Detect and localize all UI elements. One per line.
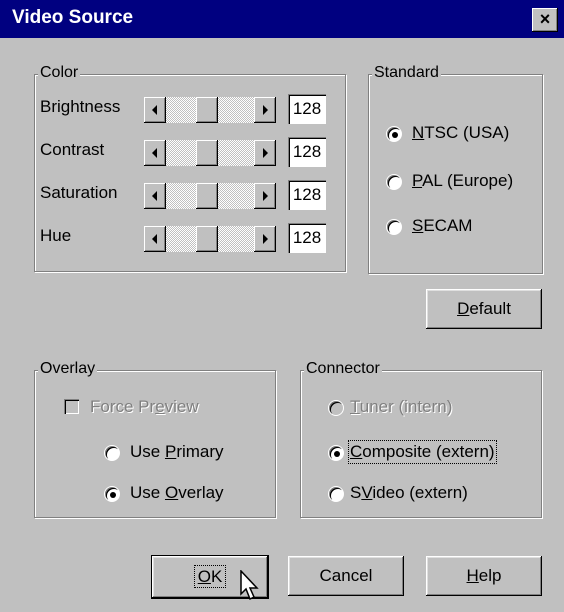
force-preview-box — [64, 399, 79, 414]
standard-group-label: Standard — [372, 64, 441, 82]
radio-tuner[interactable]: Tuner (intern) — [328, 396, 528, 420]
scroll-left-button[interactable] — [144, 140, 166, 166]
radio-pal[interactable]: PAL (Europe) — [386, 170, 536, 194]
arrow-right-icon — [263, 148, 268, 158]
cancel-button-label: Cancel — [319, 566, 373, 585]
radio-use-primary[interactable]: Use Primary — [104, 441, 254, 465]
radio-pal-label: PAL (Europe) — [412, 171, 514, 190]
value-field[interactable]: 128 — [288, 94, 326, 124]
value-field[interactable]: 128 — [288, 223, 326, 253]
slider-thumb[interactable] — [196, 97, 218, 123]
arrow-right-icon — [263, 234, 268, 244]
arrow-left-icon — [152, 105, 157, 115]
scroll-right-button[interactable] — [254, 97, 276, 123]
radio-svideo-label: SVideo (extern) — [350, 483, 468, 502]
radio-ntsc-label: NTSC (USA) — [412, 123, 510, 142]
help-button-label: Help — [466, 566, 502, 585]
default-button[interactable]: Default — [426, 289, 542, 329]
radio-use-overlay-indicator — [104, 486, 120, 502]
scroll-right-button[interactable] — [254, 226, 276, 252]
value-field[interactable]: 128 — [288, 180, 326, 210]
radio-dot — [334, 451, 340, 457]
arrow-left-icon — [152, 234, 157, 244]
radio-tuner-indicator — [328, 400, 344, 416]
radio-composite-indicator — [328, 445, 344, 461]
scroll-right-button[interactable] — [254, 140, 276, 166]
mouse-cursor-icon — [240, 570, 259, 601]
radio-pal-indicator — [386, 174, 402, 190]
close-icon: × — [539, 9, 551, 29]
scroll-left-button[interactable] — [144, 226, 166, 252]
radio-tuner-label: Tuner (intern) — [350, 397, 453, 416]
help-button[interactable]: Help — [426, 556, 542, 596]
arrow-right-icon — [263, 105, 268, 115]
value-field[interactable]: 128 — [288, 137, 326, 167]
radio-use-primary-label: Use Primary — [130, 442, 224, 461]
window-title: Video Source — [12, 7, 134, 28]
scroll-left-button[interactable] — [144, 183, 166, 209]
radio-ntsc[interactable]: NTSC (USA) — [386, 122, 536, 146]
overlay-group-label: Overlay — [38, 360, 98, 378]
radio-svideo-indicator — [328, 486, 344, 502]
radio-composite[interactable]: Composite (extern) — [328, 440, 528, 465]
arrow-left-icon — [152, 148, 157, 158]
radio-composite-label: Composite (extern) — [348, 440, 497, 464]
close-button[interactable]: × — [532, 8, 558, 32]
cancel-button[interactable]: Cancel — [288, 556, 404, 596]
scroll-right-button[interactable] — [254, 183, 276, 209]
radio-use-overlay-label: Use Overlay — [130, 483, 224, 502]
radio-use-overlay[interactable]: Use Overlay — [104, 482, 254, 506]
radio-use-primary-indicator — [104, 445, 120, 461]
connector-group-label: Connector — [304, 360, 382, 378]
force-preview-label: Force Preview — [90, 397, 199, 416]
ok-button-label: OK — [193, 565, 227, 588]
color-row-label: Hue — [40, 226, 72, 245]
radio-secam-indicator — [386, 219, 402, 235]
arrow-left-icon — [152, 191, 157, 201]
slider-thumb[interactable] — [196, 140, 218, 166]
radio-dot — [392, 132, 398, 138]
slider-thumb[interactable] — [196, 226, 218, 252]
scroll-left-button[interactable] — [144, 97, 166, 123]
radio-secam[interactable]: SECAM — [386, 215, 536, 239]
radio-ntsc-indicator — [386, 126, 402, 142]
color-group-label: Color — [38, 64, 81, 82]
title-bar: Video Source × — [0, 0, 564, 38]
color-row-label: Contrast — [40, 140, 105, 159]
force-preview-checkbox[interactable]: Force Preview — [64, 396, 244, 420]
radio-dot — [110, 492, 116, 498]
color-row-label: Brightness — [40, 97, 121, 116]
slider-thumb[interactable] — [196, 183, 218, 209]
color-row-label: Saturation — [40, 183, 118, 202]
radio-svideo[interactable]: SVideo (extern) — [328, 482, 528, 506]
arrow-right-icon — [263, 191, 268, 201]
radio-secam-label: SECAM — [412, 216, 473, 235]
